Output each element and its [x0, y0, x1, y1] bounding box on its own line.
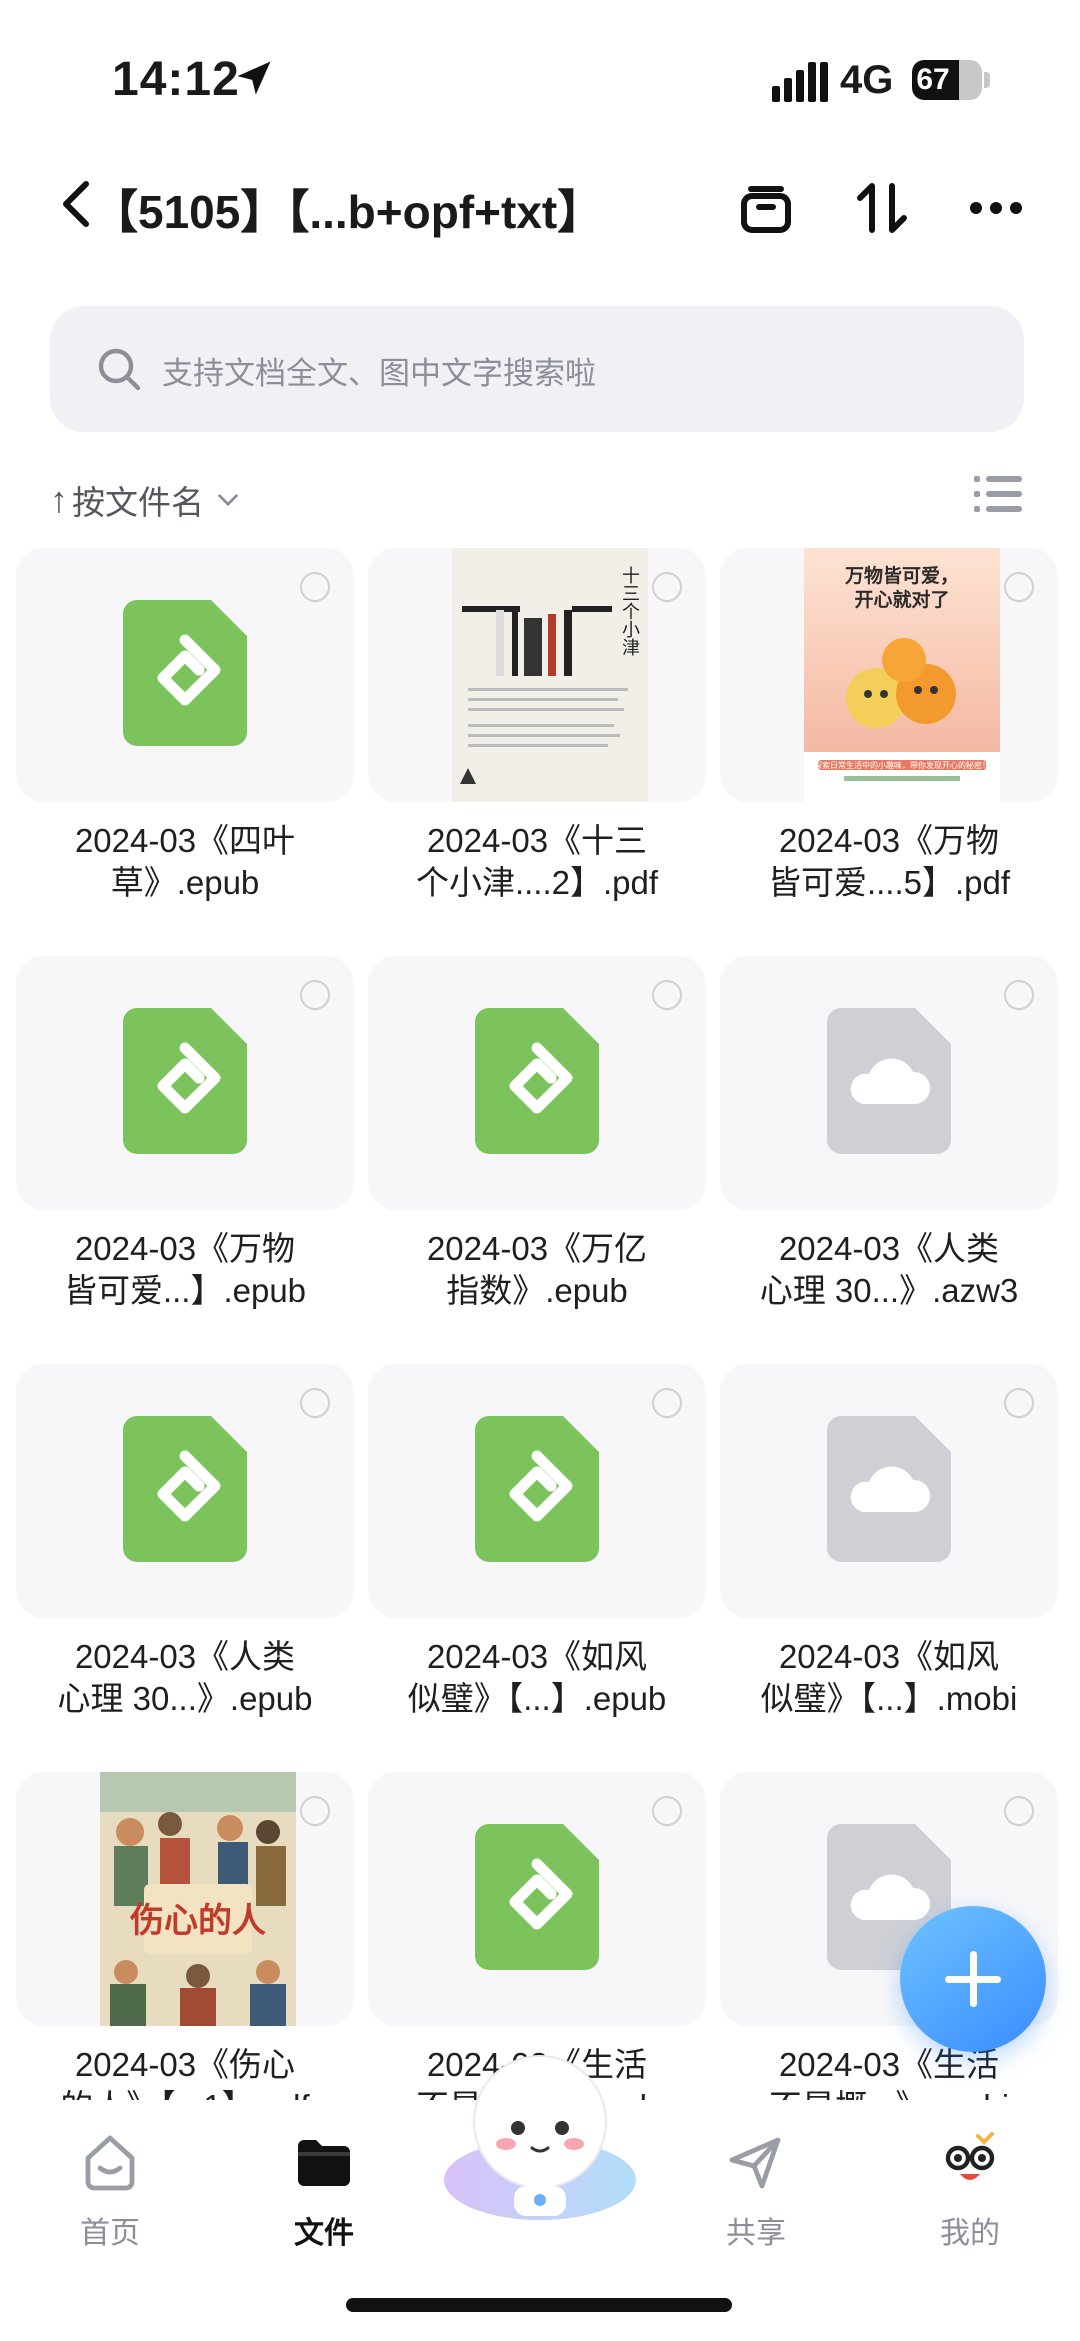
- search-input[interactable]: 支持文档全文、图中文字搜索啦: [50, 306, 1024, 432]
- location-arrow-icon: [237, 61, 271, 95]
- more-icon[interactable]: [966, 178, 1026, 238]
- nav-files[interactable]: 文件: [244, 2130, 404, 2252]
- select-checkbox[interactable]: [652, 572, 682, 602]
- nav-share[interactable]: 共享: [676, 2130, 836, 2252]
- battery-icon: 67: [912, 60, 982, 100]
- file-name: 2024-03《万物 皆可爱...】.epub: [63, 1230, 307, 1309]
- cover-title-line2: 开心就对了: [854, 588, 949, 611]
- book-cover-image: 十三个小津: [452, 548, 648, 802]
- select-checkbox[interactable]: [652, 1796, 682, 1826]
- archive-icon[interactable]: [736, 178, 796, 238]
- cloud-file-icon: [827, 1416, 951, 1562]
- select-checkbox[interactable]: [300, 1796, 330, 1826]
- sort-selector[interactable]: ↑ 按文件名: [50, 474, 242, 526]
- file-name: 2024-03《四叶 草》.epub: [74, 822, 296, 901]
- epub-file-icon: [123, 600, 247, 746]
- status-bar: 14:12 4G 67: [0, 0, 1080, 150]
- nav-files-label: 文件: [294, 2217, 354, 2250]
- cover-title: 伤心的人: [129, 1902, 266, 1940]
- select-checkbox[interactable]: [300, 1388, 330, 1418]
- search-icon: [98, 348, 141, 391]
- file-thumbnail: 伤心的人: [16, 1772, 354, 2026]
- epub-file-icon: [475, 1824, 599, 1970]
- profile-face-icon: [945, 2132, 995, 2180]
- cover-title-vertical: 十三个小津: [620, 566, 640, 656]
- cloud-file-icon: [827, 1008, 951, 1154]
- file-name: 2024-03《万物 皆可爱....5】.pdf: [767, 822, 1011, 901]
- file-name: 2024-03《如风 似璧》【...】.epub: [407, 1638, 667, 1717]
- network-label: 4G: [840, 58, 894, 102]
- add-button[interactable]: [900, 1906, 1046, 2052]
- select-checkbox[interactable]: [1004, 980, 1034, 1010]
- nav-mine-label: 我的: [940, 2217, 1000, 2250]
- file-thumbnail: [368, 1364, 706, 1618]
- back-chevron-icon[interactable]: [56, 180, 96, 228]
- list-view-icon[interactable]: [974, 474, 1022, 514]
- file-name: 2024-03《人类 心理 30...》.azw3: [759, 1230, 1019, 1309]
- plus-icon-stem: [970, 1951, 977, 2007]
- epub-file-icon: [475, 1008, 599, 1154]
- select-checkbox[interactable]: [300, 980, 330, 1010]
- book-cover-image: 万物皆可爱， 开心就对了 探索日常生活中的小趣味，带你发现开心的秘密！: [804, 548, 1000, 802]
- sort-icon[interactable]: [852, 178, 912, 238]
- page-title: 【5105】【...b+opf+txt】: [92, 186, 604, 238]
- mascot-assistant-icon[interactable]: [440, 2030, 640, 2230]
- file-thumbnail: [368, 1772, 706, 2026]
- file-name: 2024-03《人类 心理 30...》.epub: [57, 1638, 313, 1717]
- sort-up-arrow-icon: ↑: [50, 479, 68, 520]
- nav-mine[interactable]: 我的: [890, 2130, 1050, 2252]
- select-checkbox[interactable]: [1004, 572, 1034, 602]
- file-thumbnail: 十三个小津: [368, 548, 706, 802]
- file-thumbnail: 万物皆可爱， 开心就对了 探索日常生活中的小趣味，带你发现开心的秘密！: [720, 548, 1058, 802]
- file-grid: 2024-03《四叶 草》.epub 十三个小津 2024-03《十三 个小津.…: [0, 548, 1080, 2100]
- battery-level: 67: [916, 63, 950, 96]
- cover-title: 万物皆可爱，: [844, 564, 959, 587]
- nav-home-label: 首页: [80, 2217, 140, 2250]
- file-name: 2024-03《如风 似璧》【...】.mobi: [760, 1638, 1018, 1717]
- folder-icon: [298, 2140, 350, 2186]
- status-time: 14:12: [112, 53, 240, 106]
- file-name: 2024-03《生活 不是概...》.mobi: [769, 2046, 1009, 2100]
- file-thumbnail: [16, 956, 354, 1210]
- send-icon: [729, 2137, 781, 2189]
- cover-subtitle: 探索日常生活中的小趣味，带你发现开心的秘密！: [814, 760, 990, 770]
- epub-file-icon: [475, 1416, 599, 1562]
- file-thumbnail: [16, 548, 354, 802]
- file-name: 2024-03《十三 个小津....2】.pdf: [415, 822, 659, 901]
- file-thumbnail: [720, 956, 1058, 1210]
- nav-home[interactable]: 首页: [30, 2130, 190, 2252]
- select-checkbox[interactable]: [1004, 1388, 1034, 1418]
- select-checkbox[interactable]: [1004, 1796, 1034, 1826]
- select-checkbox[interactable]: [300, 572, 330, 602]
- file-thumbnail: [720, 1364, 1058, 1618]
- battery-tip: [984, 72, 990, 88]
- file-name: 2024-03《万亿 指数》.epub: [426, 1230, 648, 1309]
- file-thumbnail: [368, 956, 706, 1210]
- book-cover-image: 伤心的人: [100, 1772, 296, 2026]
- epub-file-icon: [123, 1008, 247, 1154]
- home-icon: [85, 2135, 135, 2191]
- select-checkbox[interactable]: [652, 1388, 682, 1418]
- file-name: 2024-03《伤心 的人》【...1】.pdf: [60, 2046, 309, 2100]
- select-checkbox[interactable]: [652, 980, 682, 1010]
- chevron-down-icon: [218, 494, 238, 507]
- epub-file-icon: [123, 1416, 247, 1562]
- home-indicator: [346, 2298, 732, 2312]
- signal-icon: [772, 62, 828, 102]
- file-thumbnail: [16, 1364, 354, 1618]
- sort-label: 按文件名: [72, 484, 204, 521]
- nav-share-label: 共享: [726, 2217, 786, 2250]
- search-placeholder: 支持文档全文、图中文字搜索啦: [162, 356, 596, 391]
